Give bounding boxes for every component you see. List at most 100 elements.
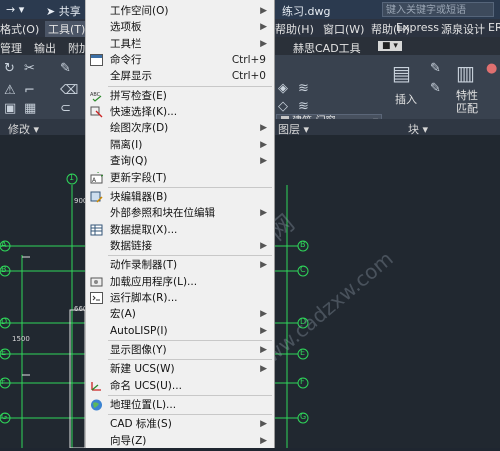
menu-item-7[interactable]: 快速选择(K)... <box>86 104 274 120</box>
run-script-icon <box>90 291 103 304</box>
tab-output[interactable]: 输出 <box>34 40 56 56</box>
menu-item-29[interactable]: 地理位置(L)... <box>86 397 274 413</box>
menu-er[interactable]: ER <box>488 21 500 34</box>
layer-tool-icon[interactable]: ◈ <box>278 81 288 96</box>
block-edit-icon[interactable]: ✎ <box>430 81 441 96</box>
menu-item-1[interactable]: 选项板 ▶ <box>86 19 274 35</box>
submenu-arrow-icon: ▶ <box>260 325 267 336</box>
tab-options-icon[interactable]: ■ ▾ <box>378 41 402 51</box>
tab-manage[interactable]: 管理 <box>0 40 22 56</box>
offset-icon[interactable]: ⊂ <box>60 101 71 116</box>
menu-item-19[interactable]: 加载应用程序(L)... <box>86 274 274 290</box>
menu-format[interactable]: 格式(O) <box>0 21 39 37</box>
menu-item-24[interactable]: 显示图像(Y) ▶ <box>86 342 274 358</box>
menu-item-label: 动作录制器(T) <box>110 259 178 272</box>
menu-item-label: 快速选择(K)... <box>110 106 178 119</box>
menu-item-label: 块编辑器(B) <box>110 190 168 203</box>
block-editor-icon <box>90 191 103 203</box>
grid-label-right-g: G <box>300 412 307 421</box>
match-label-line1: 特性 <box>456 89 478 102</box>
menu-window[interactable]: 窗口(W) <box>323 21 364 37</box>
menu-express[interactable]: Express <box>396 21 439 34</box>
match-label-line2: 匹配 <box>456 102 478 115</box>
menu-item-21[interactable]: 宏(A) ▶ <box>86 306 274 322</box>
doc-title: 练习.dwg <box>282 5 331 18</box>
menu-item-label: 隔离(I) <box>110 138 143 151</box>
submenu-arrow-icon: ▶ <box>260 6 267 16</box>
menu-item-13[interactable]: 块编辑器(B) <box>86 189 274 205</box>
menu-tools[interactable]: 工具(T) <box>45 21 89 37</box>
menu-item-3[interactable]: 命令行 Ctrl+9 <box>86 52 274 68</box>
menu-item-18[interactable]: 动作录制器(T) ▶ <box>86 257 274 273</box>
grid-label-right-b: B <box>300 240 306 249</box>
menu-item-label: 宏(A) <box>110 308 136 321</box>
menu-item-10[interactable]: 查询(Q) ▶ <box>86 153 274 169</box>
arrow-icon[interactable]: → ▾ <box>6 3 24 16</box>
match-properties-icon[interactable]: ▥ <box>456 61 475 85</box>
menu-item-20[interactable]: 运行脚本(R)... <box>86 290 274 306</box>
tools-dropdown-menu: 工作空间(O) ▶ 选项板 ▶ 工具栏 ▶ 命令行 Ctrl+9 全屏显示 Ctrl+0 ABC 拼写… <box>85 0 275 448</box>
block-create-icon[interactable]: ✎ <box>430 61 441 76</box>
submenu-arrow-icon: ▶ <box>260 208 267 219</box>
grid-label-right-f: F <box>300 377 305 386</box>
submenu-arrow-icon: ▶ <box>260 38 267 49</box>
color-wheel-icon[interactable]: ● <box>486 61 497 76</box>
match-properties-label[interactable]: 特性 匹配 <box>456 89 478 115</box>
menu-item-4[interactable]: 全屏显示 Ctrl+0 <box>86 68 274 84</box>
mirror-icon[interactable]: ⚠ <box>4 83 16 98</box>
submenu-arrow-icon: ▶ <box>260 364 267 375</box>
grid-label-left-b: B <box>1 265 7 274</box>
menu-item-label: 显示图像(Y) <box>110 344 167 356</box>
menu-item-31[interactable]: CAD 标准(S) ▶ <box>86 416 274 432</box>
menu-item-6[interactable]: ABC 拼写检查(E) <box>86 88 274 104</box>
menu-item-label: 工具栏 <box>110 37 142 50</box>
submenu-arrow-icon: ▶ <box>260 240 267 251</box>
submenu-arrow-icon: ▶ <box>260 419 267 430</box>
insert-label[interactable]: 插入 <box>395 91 417 107</box>
menu-item-label: 绘图次序(D) <box>110 122 169 135</box>
menu-item-15[interactable]: 数据提取(X)... <box>86 222 274 238</box>
update-field-icon: A <box>90 171 103 184</box>
menu-item-label: 命名 UCS(U)... <box>110 379 182 392</box>
menu-item-label: CAD 标准(S) <box>110 418 172 431</box>
layer-state-icon[interactable]: ◇ <box>278 99 288 114</box>
submenu-arrow-icon: ▶ <box>260 123 267 134</box>
array-icon[interactable]: ▦ <box>24 101 36 116</box>
menu-item-label: 加载应用程序(L)... <box>110 275 198 288</box>
search-input[interactable]: 键入关键字或短语 <box>382 2 494 17</box>
menu-item-14[interactable]: 外部参照和块在位编辑 ▶ <box>86 205 274 221</box>
pencil-icon[interactable]: ✎ <box>60 61 71 76</box>
menu-item-16[interactable]: 数据链接 ▶ <box>86 238 274 254</box>
load-application-icon <box>90 277 103 287</box>
menu-item-0[interactable]: 工作空间(O) ▶ <box>86 3 274 19</box>
menu-item-11[interactable]: A 更新字段(T) <box>86 170 274 186</box>
trim-icon[interactable]: ✂ <box>24 61 35 76</box>
menu-item-label: 更新字段(T) <box>110 171 167 184</box>
scale-icon[interactable]: ▣ <box>4 101 16 116</box>
fillet-icon[interactable]: ⌐ <box>24 83 35 98</box>
menu-item-26[interactable]: 新建 UCS(W) ▶ <box>86 361 274 377</box>
share-label: 共享 <box>58 5 81 18</box>
rotate-icon[interactable]: ↻ <box>4 61 15 76</box>
menu-item-27[interactable]: 命名 UCS(U)... <box>86 378 274 394</box>
menu-separator <box>108 85 272 87</box>
tab-hesi-tools[interactable]: 赫思CAD工具 <box>293 40 361 56</box>
grid-label-left-f: F <box>1 377 6 386</box>
menu-item-22[interactable]: AutoLISP(I) ▶ <box>86 323 274 339</box>
menu-item-label: 向导(Z) <box>110 434 147 447</box>
menu-help-1[interactable]: 帮助(H) <box>275 21 314 37</box>
layer-match-icon[interactable]: ≋ <box>298 99 309 114</box>
menu-item-9[interactable]: 隔离(I) ▶ <box>86 137 274 153</box>
submenu-arrow-icon: ▶ <box>260 139 267 150</box>
menu-yuanquan[interactable]: 源泉设计 <box>441 21 485 37</box>
insert-block-icon[interactable]: ▤ <box>392 61 411 85</box>
erase-icon[interactable]: ⌫ <box>60 83 78 98</box>
menu-separator <box>108 395 272 397</box>
menu-item-32[interactable]: 向导(Z) ▶ <box>86 433 274 449</box>
menu-item-2[interactable]: 工具栏 ▶ <box>86 36 274 52</box>
share-button[interactable]: ➤ 共享 <box>46 3 81 19</box>
grid-label-right-c: C <box>300 265 306 274</box>
layer-stack-icon[interactable]: ≋ <box>298 81 309 96</box>
submenu-arrow-icon: ▶ <box>260 309 267 320</box>
menu-item-8[interactable]: 绘图次序(D) ▶ <box>86 120 274 136</box>
